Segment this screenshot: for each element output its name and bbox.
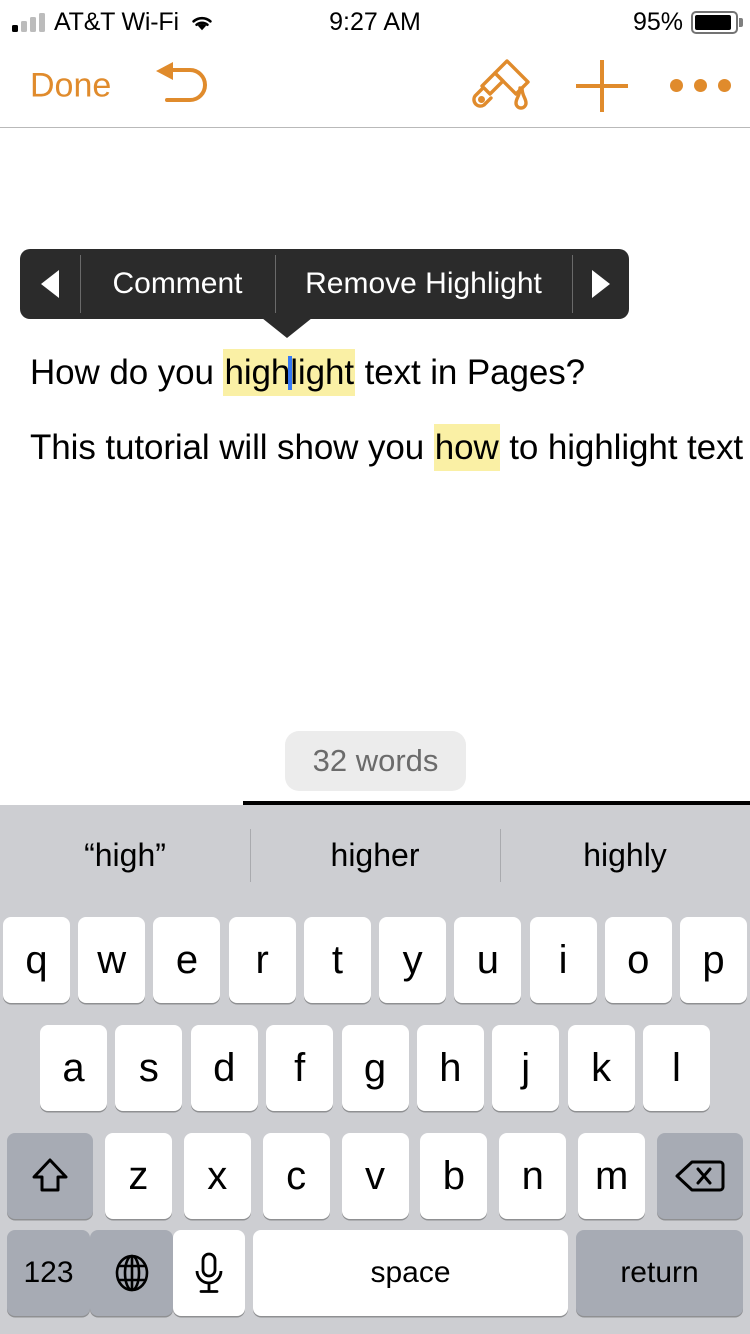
key-u[interactable]: u	[454, 917, 522, 1003]
menu-item-comment[interactable]: Comment	[80, 249, 275, 319]
key-e[interactable]: e	[153, 917, 221, 1003]
keyboard-row-1: q w e r t y u i o p	[0, 906, 750, 1014]
word-count-badge[interactable]: 32 words	[285, 731, 466, 791]
document-canvas[interactable]: How do you highlight text in Pages? This…	[0, 129, 750, 805]
key-l[interactable]: l	[643, 1025, 710, 1111]
predictive-text-bar: “high” higher highly	[0, 805, 750, 906]
keyboard-row-4: 123 space return	[0, 1230, 750, 1334]
highlighted-text-highlight[interactable]: highlight	[223, 349, 355, 396]
status-bar: AT&T Wi-Fi 9:27 AM 95%	[0, 0, 750, 44]
space-key[interactable]: space	[253, 1230, 568, 1316]
paragraph-1-text-before: How do you	[30, 353, 224, 392]
key-r[interactable]: r	[228, 917, 296, 1003]
key-q[interactable]: q	[3, 917, 70, 1003]
highlight-part-a: high	[224, 353, 291, 392]
key-j[interactable]: j	[492, 1025, 560, 1111]
key-v[interactable]: v	[341, 1133, 409, 1219]
microphone-icon	[195, 1252, 223, 1293]
backspace-key[interactable]	[657, 1133, 743, 1219]
paragraph-2-text-before: This tutorial will show you	[30, 428, 434, 467]
document-paragraph-1: How do you highlight text in Pages?	[30, 349, 586, 396]
shift-key[interactable]	[7, 1133, 93, 1219]
on-screen-keyboard: “high” higher highly q w e r t y u i o p…	[0, 805, 750, 1334]
menu-next-button[interactable]	[572, 249, 629, 319]
key-i[interactable]: i	[529, 917, 597, 1003]
key-t[interactable]: t	[303, 917, 371, 1003]
prediction-candidate-1[interactable]: higher	[250, 805, 500, 906]
globe-key[interactable]	[90, 1230, 173, 1316]
key-o[interactable]: o	[604, 917, 672, 1003]
key-w[interactable]: w	[78, 917, 146, 1003]
return-key[interactable]: return	[576, 1230, 743, 1316]
done-button[interactable]: Done	[30, 66, 111, 105]
undo-arrow-icon	[156, 61, 207, 102]
key-x[interactable]: x	[183, 1133, 251, 1219]
key-k[interactable]: k	[567, 1025, 635, 1111]
context-menu-pointer	[262, 318, 312, 338]
edit-context-menu: Comment Remove Highlight	[20, 249, 629, 319]
battery-percent-label: 95%	[632, 7, 683, 36]
paragraph-1-text-after: text in Pages?	[354, 353, 586, 392]
key-f[interactable]: f	[266, 1025, 334, 1111]
plus-icon	[576, 59, 628, 112]
menu-item-remove-highlight[interactable]: Remove Highlight	[275, 249, 572, 319]
highlight-part-b: light	[290, 353, 354, 392]
highlighted-text-how[interactable]: how	[433, 424, 500, 471]
prediction-candidate-0[interactable]: “high”	[0, 805, 250, 906]
dictation-key[interactable]	[173, 1230, 245, 1316]
status-bar-right: 95%	[632, 0, 743, 44]
ellipsis-icon	[693, 79, 707, 92]
key-a[interactable]: a	[40, 1025, 107, 1111]
key-y[interactable]: y	[379, 917, 447, 1003]
key-p[interactable]: p	[679, 917, 747, 1003]
keyboard-row-3: z x c v b n m	[0, 1122, 750, 1230]
format-brush-button[interactable]	[466, 56, 538, 116]
key-g[interactable]: g	[341, 1025, 409, 1111]
ellipsis-icon	[717, 79, 731, 92]
battery-icon	[691, 10, 743, 34]
prediction-candidate-2[interactable]: highly	[500, 805, 750, 906]
chevron-right-icon	[591, 270, 610, 298]
app-toolbar: Done	[0, 44, 750, 128]
key-h[interactable]: h	[416, 1025, 484, 1111]
chevron-left-icon	[41, 270, 59, 298]
ellipsis-icon	[669, 79, 683, 92]
more-options-button[interactable]	[666, 71, 734, 101]
key-n[interactable]: n	[499, 1133, 567, 1219]
backspace-delete-icon	[675, 1160, 725, 1192]
document-paragraph-2: This tutorial will show you how to highl…	[30, 424, 744, 471]
undo-button[interactable]	[150, 58, 220, 114]
numbers-key[interactable]: 123	[7, 1230, 90, 1316]
shift-arrow-icon	[32, 1158, 68, 1192]
add-button[interactable]	[570, 54, 634, 118]
paragraph-2-text-after: to highlight text	[499, 428, 744, 467]
globe-icon	[115, 1254, 148, 1292]
paintbrush-icon	[472, 58, 530, 110]
keyboard-row-2: a s d f g h j k l	[0, 1014, 750, 1122]
key-z[interactable]: z	[104, 1133, 172, 1219]
key-b[interactable]: b	[420, 1133, 488, 1219]
key-m[interactable]: m	[578, 1133, 646, 1219]
key-d[interactable]: d	[190, 1025, 258, 1111]
phone-screen: AT&T Wi-Fi 9:27 AM 95% Done How do you h…	[0, 0, 750, 1334]
menu-previous-button[interactable]	[20, 249, 80, 319]
key-s[interactable]: s	[115, 1025, 183, 1111]
key-c[interactable]: c	[262, 1133, 330, 1219]
